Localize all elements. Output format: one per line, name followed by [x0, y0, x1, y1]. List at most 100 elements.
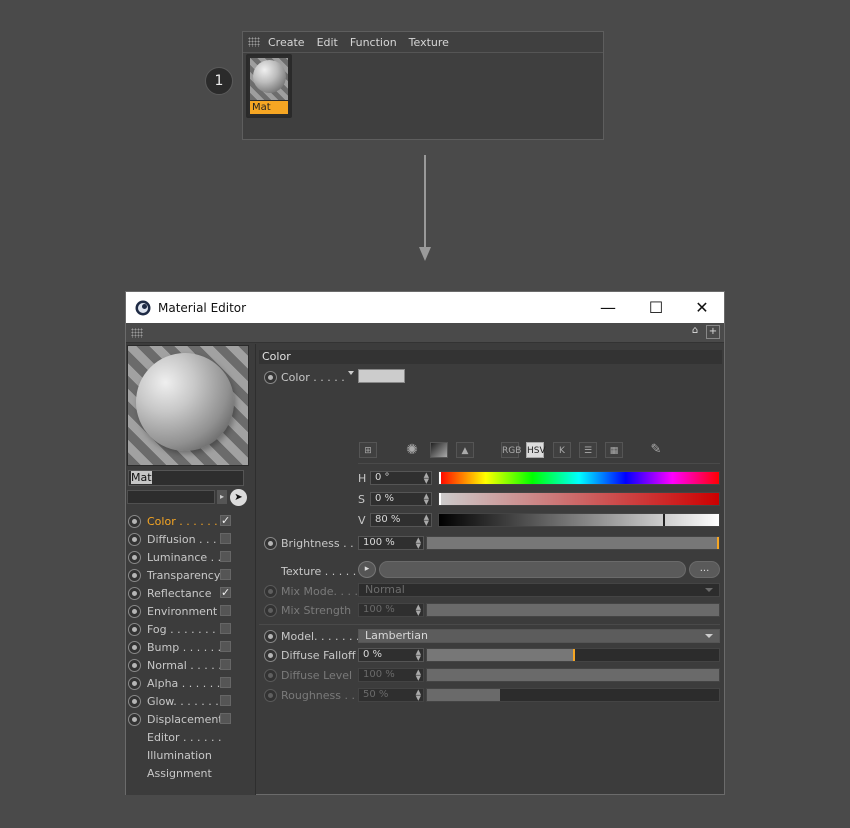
channel-radio[interactable] — [128, 640, 141, 654]
brightness-slider-handle[interactable] — [717, 537, 719, 549]
model-radio[interactable] — [264, 630, 277, 643]
color-menu-arrow-icon[interactable] — [348, 371, 354, 375]
channel-radio[interactable] — [128, 676, 141, 690]
mix-strength-slider[interactable] — [426, 603, 720, 617]
channel-illumination[interactable]: Illumination — [128, 746, 254, 764]
close-button[interactable]: ✕ — [679, 292, 725, 323]
channel-glow[interactable]: Glow. . . . . . . — [128, 692, 254, 710]
diffuse-level-slider[interactable] — [426, 668, 720, 682]
channel-transparency[interactable]: Transparency — [128, 566, 254, 584]
grip-icon[interactable] — [248, 37, 260, 47]
channel-luminance[interactable]: Luminance . . . — [128, 548, 254, 566]
kelvin-mode-icon[interactable]: K — [553, 442, 571, 458]
channel-fog[interactable]: Fog . . . . . . . . — [128, 620, 254, 638]
brightness-radio[interactable] — [264, 537, 277, 550]
channel-editor[interactable]: Editor . . . . . . — [128, 728, 254, 746]
channel-checkbox[interactable] — [220, 659, 231, 670]
diffuse-falloff-radio[interactable] — [264, 649, 277, 662]
image-picker-icon[interactable]: ▲ — [456, 442, 474, 458]
channel-checkbox[interactable] — [220, 641, 231, 652]
color-swatch[interactable] — [358, 369, 405, 383]
roughness-slider[interactable] — [426, 688, 720, 702]
channel-radio[interactable] — [128, 586, 141, 600]
channel-displacement[interactable]: Displacement — [128, 710, 254, 728]
channel-checkbox[interactable] — [220, 551, 231, 562]
roughness-radio[interactable] — [264, 689, 277, 702]
material-thumbnail[interactable]: Mat — [246, 54, 292, 118]
channel-radio[interactable] — [128, 604, 141, 618]
mix-strength-radio[interactable] — [264, 604, 277, 617]
channel-radio[interactable] — [128, 622, 141, 636]
channel-normal[interactable]: Normal . . . . . — [128, 656, 254, 674]
texture-field[interactable] — [379, 561, 686, 578]
mix-strength-field[interactable]: 100 % ▲ ▼ — [358, 603, 424, 617]
channel-checkbox[interactable] — [220, 533, 231, 544]
menu-function[interactable]: Function — [350, 36, 397, 49]
channel-radio[interactable] — [128, 694, 141, 708]
rgb-mode-icon[interactable]: RGB — [501, 442, 521, 458]
channel-checkbox[interactable] — [220, 605, 231, 616]
mix-mode-radio[interactable] — [264, 585, 277, 598]
channel-checkbox[interactable] — [220, 569, 231, 580]
minimize-button[interactable]: — — [585, 292, 631, 323]
layer-arrow-icon[interactable]: ▸ — [217, 490, 227, 504]
v-field[interactable]: 80 % ▲ ▼ — [370, 513, 432, 527]
lock-icon[interactable]: ⌂ — [688, 325, 702, 339]
color-picker-icon[interactable]: ⊞ — [359, 442, 377, 458]
roughness-field[interactable]: 50 % ▲ ▼ — [358, 688, 424, 702]
material-name-field[interactable]: Mat — [128, 470, 244, 486]
diffuse-level-radio[interactable] — [264, 669, 277, 682]
grip-icon[interactable] — [131, 327, 143, 338]
value-slider[interactable] — [438, 513, 720, 527]
channel-bump[interactable]: Bump . . . . . . . — [128, 638, 254, 656]
channel-radio[interactable] — [128, 568, 141, 582]
channel-radio[interactable] — [128, 658, 141, 672]
channel-checkbox[interactable] — [220, 695, 231, 706]
color-radio[interactable] — [264, 371, 277, 384]
hsv-mode-icon[interactable]: HSV — [526, 442, 546, 458]
pick-cursor-icon[interactable]: ➤ — [230, 489, 247, 506]
material-preview-large[interactable] — [127, 345, 249, 466]
s-field[interactable]: 0 % ▲ ▼ — [370, 492, 432, 506]
texture-more-button[interactable]: ... — [689, 561, 720, 578]
eyedropper-icon[interactable]: ✎ — [647, 442, 665, 458]
channel-radio[interactable] — [128, 532, 141, 546]
diffuse-falloff-slider-handle[interactable] — [573, 649, 575, 661]
saturation-slider[interactable] — [438, 492, 720, 506]
texture-play-icon[interactable]: ▸ — [358, 561, 376, 578]
mixer-icon[interactable]: ☰ — [579, 442, 597, 458]
diffuse-falloff-field[interactable]: 0 % ▲ ▼ — [358, 648, 424, 662]
channel-reflectance[interactable]: Reflectance ✓ — [128, 584, 254, 602]
hue-slider[interactable] — [438, 471, 720, 485]
brightness-field[interactable]: 100 % ▲ ▼ — [358, 536, 424, 550]
menu-create[interactable]: Create — [268, 36, 305, 49]
channel-radio[interactable] — [128, 712, 141, 726]
channel-environment[interactable]: Environment — [128, 602, 254, 620]
maximize-button[interactable]: ☐ — [633, 292, 679, 323]
channel-checkbox[interactable]: ✓ — [220, 515, 231, 526]
new-window-icon[interactable]: + — [706, 325, 720, 339]
channel-assignment[interactable]: Assignment — [128, 764, 254, 782]
diffuse-level-field[interactable]: 100 % ▲ ▼ — [358, 668, 424, 682]
channel-radio[interactable] — [128, 550, 141, 564]
channel-checkbox[interactable] — [220, 623, 231, 634]
diffuse-falloff-slider[interactable] — [426, 648, 720, 662]
mix-mode-dropdown[interactable]: Normal — [358, 583, 720, 597]
menu-texture[interactable]: Texture — [409, 36, 449, 49]
h-field[interactable]: 0 ° ▲ ▼ — [370, 471, 432, 485]
channel-radio[interactable] — [128, 514, 141, 528]
menu-edit[interactable]: Edit — [317, 36, 338, 49]
channel-checkbox[interactable] — [220, 713, 231, 724]
channel-checkbox[interactable]: ✓ — [220, 587, 231, 598]
value-slider-handle[interactable] — [663, 514, 665, 526]
brightness-slider[interactable] — [426, 536, 720, 550]
channel-checkbox[interactable] — [220, 677, 231, 688]
color-wheel-icon[interactable]: ✺ — [403, 442, 421, 458]
model-dropdown[interactable]: Lambertian — [358, 629, 720, 643]
color-spectrum-icon[interactable] — [430, 442, 448, 458]
swatches-icon[interactable]: ▦ — [605, 442, 623, 458]
channel-color[interactable]: Color . . . . . . ✓ — [128, 512, 254, 530]
layer-field[interactable] — [127, 490, 215, 504]
channel-diffusion[interactable]: Diffusion . . . . — [128, 530, 254, 548]
channel-alpha[interactable]: Alpha . . . . . . — [128, 674, 254, 692]
